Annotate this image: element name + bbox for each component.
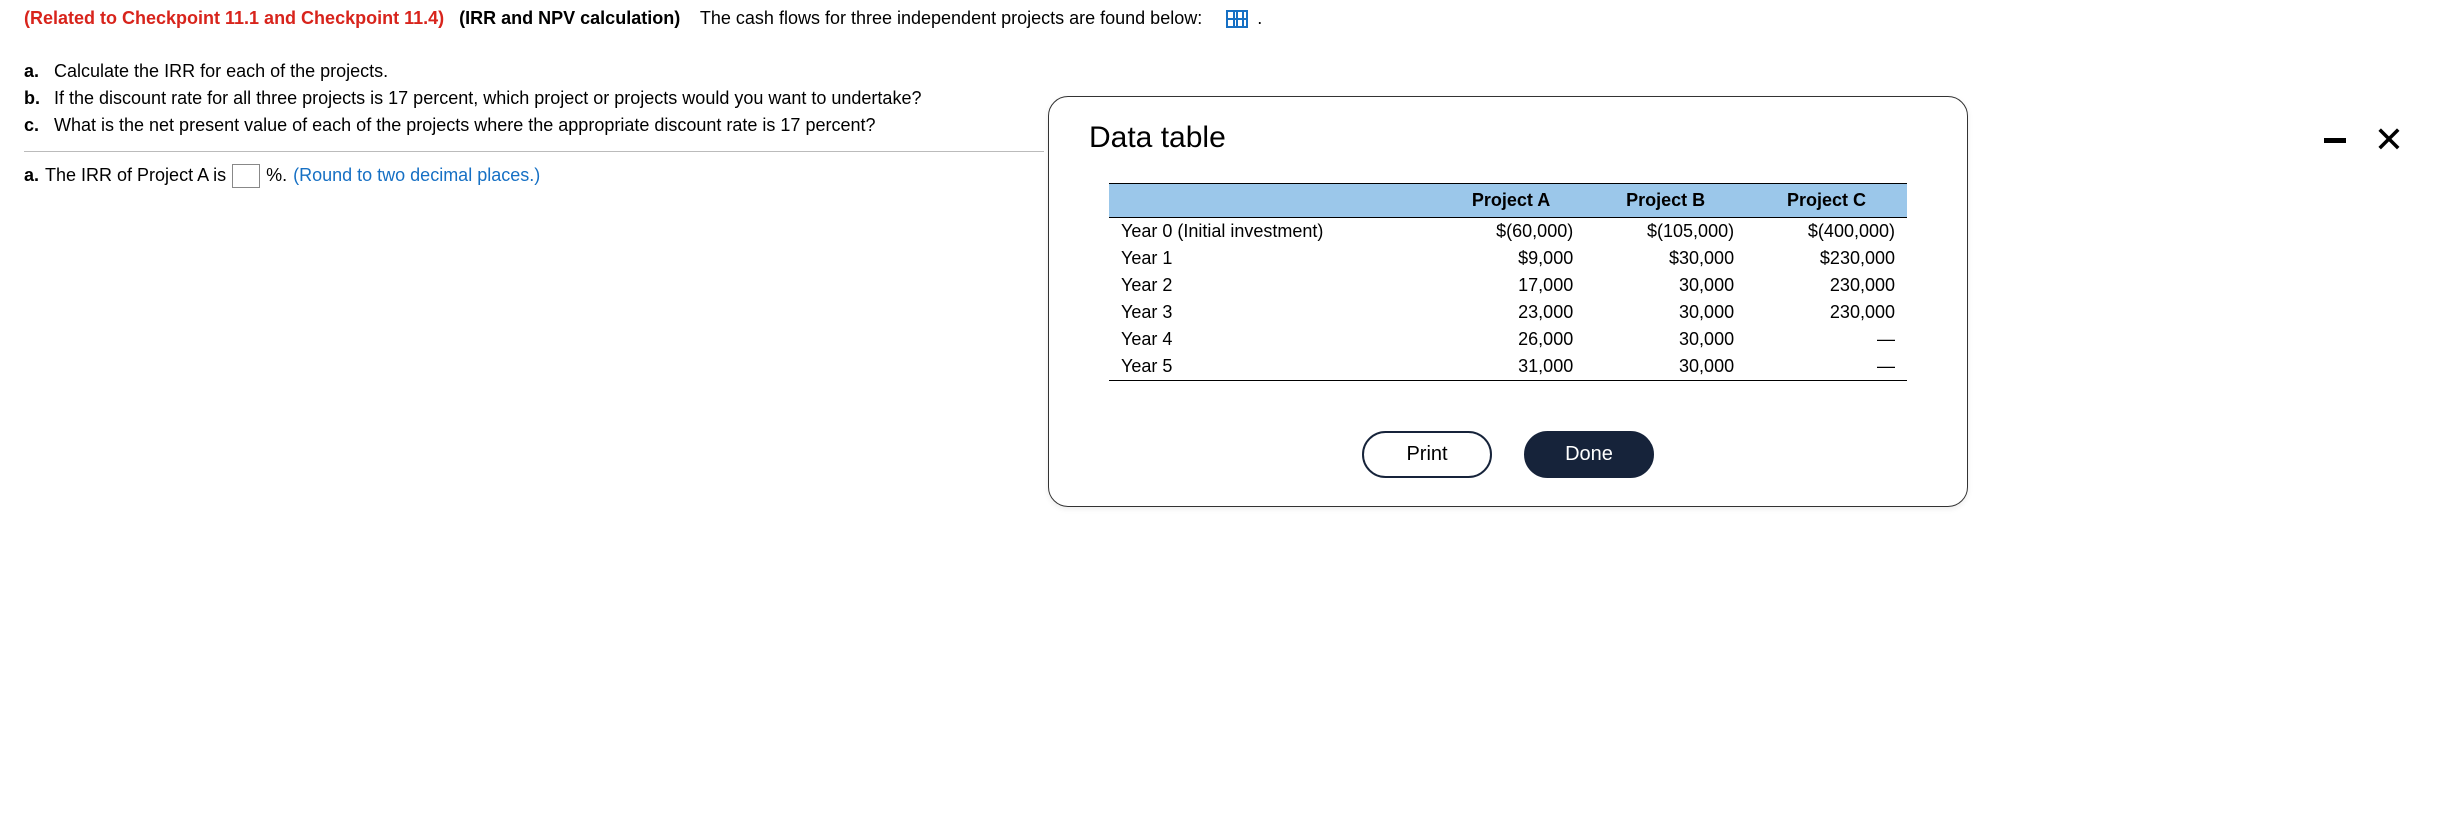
cell-b: 30,000 bbox=[1585, 326, 1746, 353]
minimize-icon[interactable] bbox=[2324, 138, 2346, 143]
answer-pre: The IRR of Project A is bbox=[45, 165, 226, 186]
cell-c: $230,000 bbox=[1746, 245, 1907, 272]
rounding-hint: (Round to two decimal places.) bbox=[293, 165, 540, 186]
table-row: Year 4 26,000 30,000 — bbox=[1109, 326, 1907, 353]
cell-a: 31,000 bbox=[1437, 353, 1585, 381]
cell-a: $9,000 bbox=[1437, 245, 1585, 272]
cell-a: $(60,000) bbox=[1437, 218, 1585, 246]
cell-b: $(105,000) bbox=[1585, 218, 1746, 246]
cell-b: $30,000 bbox=[1585, 245, 1746, 272]
question-b-text: If the discount rate for all three proje… bbox=[54, 86, 921, 111]
row-label: Year 3 bbox=[1109, 299, 1437, 326]
cashflow-table: Project A Project B Project C Year 0 (In… bbox=[1109, 183, 1907, 381]
cell-c: $(400,000) bbox=[1746, 218, 1907, 246]
row-label: Year 2 bbox=[1109, 272, 1437, 299]
print-button[interactable]: Print bbox=[1362, 431, 1492, 478]
intro-period: . bbox=[1257, 8, 1262, 28]
cell-b: 30,000 bbox=[1585, 299, 1746, 326]
topic-label: (IRR and NPV calculation) bbox=[459, 8, 680, 28]
row-label: Year 1 bbox=[1109, 245, 1437, 272]
cell-c: 230,000 bbox=[1746, 299, 1907, 326]
cell-a: 26,000 bbox=[1437, 326, 1585, 353]
table-row: Year 3 23,000 30,000 230,000 bbox=[1109, 299, 1907, 326]
answer-label: a. bbox=[24, 165, 39, 186]
question-a-label: a. bbox=[24, 59, 44, 84]
row-label: Year 0 (Initial investment) bbox=[1109, 218, 1437, 246]
data-table-icon[interactable] bbox=[1226, 10, 1248, 28]
question-c-label: c. bbox=[24, 113, 44, 138]
cell-c: — bbox=[1746, 326, 1907, 353]
table-row: Year 1 $9,000 $30,000 $230,000 bbox=[1109, 245, 1907, 272]
data-table-modal: Data table Project A Project B Project C… bbox=[1048, 96, 1968, 507]
row-label: Year 5 bbox=[1109, 353, 1437, 381]
col-project-b: Project B bbox=[1585, 184, 1746, 218]
question-b-label: b. bbox=[24, 86, 44, 111]
col-project-a: Project A bbox=[1437, 184, 1585, 218]
section-divider bbox=[24, 151, 1044, 152]
row-label: Year 4 bbox=[1109, 326, 1437, 353]
cell-b: 30,000 bbox=[1585, 272, 1746, 299]
cell-c: — bbox=[1746, 353, 1907, 381]
col-project-c: Project C bbox=[1746, 184, 1907, 218]
window-controls: ✕ bbox=[2324, 122, 2404, 158]
done-button[interactable]: Done bbox=[1524, 431, 1654, 478]
cell-a: 23,000 bbox=[1437, 299, 1585, 326]
intro-text: The cash flows for three independent pro… bbox=[700, 8, 1202, 28]
cell-b: 30,000 bbox=[1585, 353, 1746, 381]
table-row: Year 2 17,000 30,000 230,000 bbox=[1109, 272, 1907, 299]
modal-title: Data table bbox=[1089, 121, 1927, 155]
irr-input[interactable] bbox=[232, 164, 260, 188]
col-blank bbox=[1109, 184, 1437, 218]
question-c-text: What is the net present value of each of… bbox=[54, 113, 876, 138]
question-a-text: Calculate the IRR for each of the projec… bbox=[54, 59, 388, 84]
cell-c: 230,000 bbox=[1746, 272, 1907, 299]
answer-post: %. bbox=[266, 165, 287, 186]
table-row: Year 5 31,000 30,000 — bbox=[1109, 353, 1907, 381]
cell-a: 17,000 bbox=[1437, 272, 1585, 299]
checkpoint-reference: (Related to Checkpoint 11.1 and Checkpoi… bbox=[24, 8, 444, 28]
close-icon[interactable]: ✕ bbox=[2374, 122, 2404, 158]
table-row: Year 0 (Initial investment) $(60,000) $(… bbox=[1109, 218, 1907, 246]
